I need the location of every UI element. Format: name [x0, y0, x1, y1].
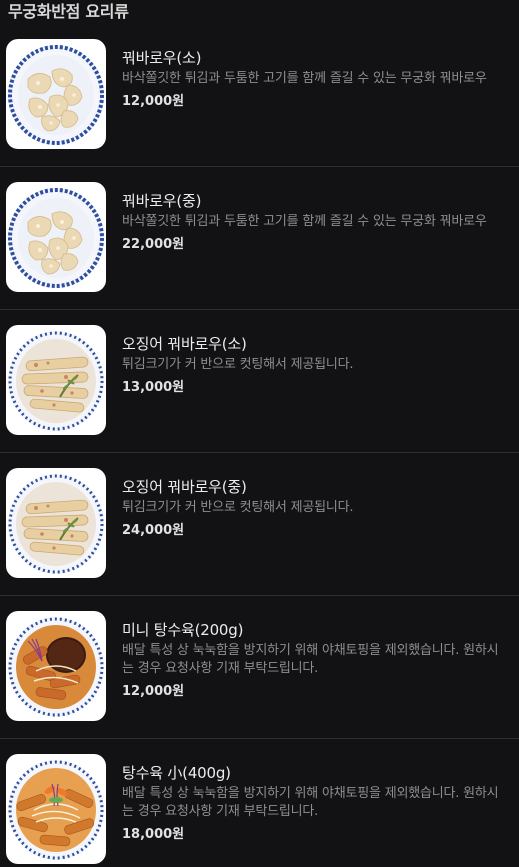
menu-item-price: 12,000원	[122, 94, 185, 109]
squid-guobaorou-photo	[6, 325, 106, 435]
menu-item-price: 12,000원	[122, 684, 185, 699]
menu-item-description: 바삭쫄깃한 튀김과 두툼한 고기를 함께 즐길 수 있는 무궁화 꿔바로우	[122, 214, 487, 229]
menu-item-description: 바삭쫄깃한 튀김과 두툼한 고기를 함께 즐길 수 있는 무궁화 꿔바로우	[122, 71, 487, 86]
menu-item-description: 튀김크기가 커 반으로 컷팅해서 제공됩니다.	[122, 500, 354, 515]
menu-item-info: 탕수육 小(400g) 배달 특성 상 눅눅함을 방지하기 위해 야채토핑을 제…	[122, 763, 508, 844]
menu-item-name: 탕수육 小(400g)	[122, 764, 231, 782]
guobaorou-photo	[6, 182, 106, 292]
squid-guobaorou-photo	[6, 468, 106, 578]
menu-item-name: 미니 탕수육(200g)	[122, 621, 244, 639]
menu-item-name: 오징어 꿔바로우(중)	[122, 478, 247, 496]
guobaorou-photo	[6, 39, 106, 149]
menu-item-info: 미니 탕수육(200g) 배달 특성 상 눅눅함을 방지하기 위해 야채토핑을 …	[122, 620, 508, 701]
menu-item-description: 배달 특성 상 눅눅함을 방지하기 위해 야채토핑을 제외했습니다. 원하시는 …	[122, 643, 499, 676]
menu-item-price: 13,000원	[122, 380, 185, 395]
menu-item-price: 18,000원	[122, 827, 185, 842]
menu-item[interactable]: 오징어 꿔바로우(중) 튀김크기가 커 반으로 컷팅해서 제공됩니다. 24,0…	[0, 453, 519, 596]
menu-item-name: 오징어 꿔바로우(소)	[122, 335, 247, 353]
menu-item-description: 배달 특성 상 눅눅함을 방지하기 위해 야채토핑을 제외했습니다. 원하시는 …	[122, 786, 499, 819]
menu-item[interactable]: 꿔바로우(소) 바삭쫄깃한 튀김과 두툼한 고기를 함께 즐길 수 있는 무궁화…	[0, 24, 519, 167]
menu-list: 꿔바로우(소) 바삭쫄깃한 튀김과 두툼한 고기를 함께 즐길 수 있는 무궁화…	[0, 24, 519, 867]
menu-item-info: 오징어 꿔바로우(중) 튀김크기가 커 반으로 컷팅해서 제공됩니다. 24,0…	[122, 477, 508, 540]
menu-item[interactable]: 탕수육 小(400g) 배달 특성 상 눅눅함을 방지하기 위해 야채토핑을 제…	[0, 739, 519, 867]
menu-item-info: 오징어 꿔바로우(소) 튀김크기가 커 반으로 컷팅해서 제공됩니다. 13,0…	[122, 334, 508, 397]
menu-item-price: 22,000원	[122, 237, 185, 252]
section-title: 무궁화반점 요리류	[8, 2, 129, 21]
menu-item-description: 튀김크기가 커 반으로 컷팅해서 제공됩니다.	[122, 357, 354, 372]
tangsuyuk-sauce-photo	[6, 611, 106, 721]
menu-item[interactable]: 꿔바로우(중) 바삭쫄깃한 튀김과 두툼한 고기를 함께 즐길 수 있는 무궁화…	[0, 167, 519, 310]
menu-item-info: 꿔바로우(중) 바삭쫄깃한 튀김과 두툼한 고기를 함께 즐길 수 있는 무궁화…	[122, 191, 508, 254]
tangsuyuk-photo	[6, 754, 106, 864]
menu-item-name: 꿔바로우(소)	[122, 49, 202, 67]
menu-item-name: 꿔바로우(중)	[122, 192, 202, 210]
menu-item-info: 꿔바로우(소) 바삭쫄깃한 튀김과 두툼한 고기를 함께 즐길 수 있는 무궁화…	[122, 48, 508, 111]
menu-item[interactable]: 미니 탕수육(200g) 배달 특성 상 눅눅함을 방지하기 위해 야채토핑을 …	[0, 596, 519, 739]
menu-item[interactable]: 오징어 꿔바로우(소) 튀김크기가 커 반으로 컷팅해서 제공됩니다. 13,0…	[0, 310, 519, 453]
menu-item-price: 24,000원	[122, 523, 185, 538]
